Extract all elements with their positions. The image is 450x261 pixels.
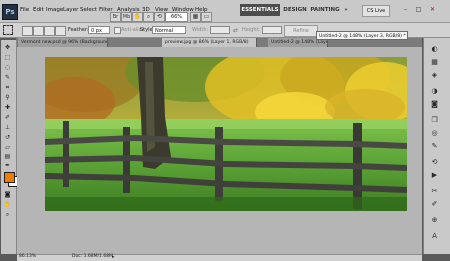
marquee-preset-icon[interactable] — [3, 25, 13, 35]
adjustments-icon[interactable]: ◑ — [428, 86, 441, 97]
photoshop-logo: Ps — [2, 4, 18, 20]
document-tab-vermont[interactable]: Vermont new.psd @ 96% (Background copy, … — [18, 38, 108, 47]
more-workspaces-icon[interactable]: » — [342, 4, 350, 16]
screen-mode-icon[interactable]: ▭ — [201, 12, 212, 22]
swap-dimensions-icon[interactable]: ⇄ — [233, 27, 238, 34]
rotate-view-icon[interactable]: ⟲ — [154, 12, 165, 22]
masks-icon[interactable]: ◙ — [428, 99, 441, 110]
hand-icon[interactable]: ✋ — [132, 12, 143, 22]
color-panel-icon[interactable]: ◐ — [428, 44, 441, 55]
clone-source-icon[interactable]: ⊕ — [428, 215, 441, 226]
menu-layer[interactable]: Layer — [63, 7, 78, 13]
fence-landscape-image — [45, 57, 407, 211]
antialias-checkbox[interactable] — [114, 27, 121, 34]
status-doc-size: Doc: 1.68M/1.68M — [72, 254, 113, 259]
document-tab-preview[interactable]: preview.jpg @ 86% (Layer 1, RGB/8) — [162, 38, 257, 47]
gradient-tool-icon[interactable]: ▤ — [2, 152, 13, 161]
add-selection-icon[interactable] — [33, 26, 44, 36]
crop-tool-icon[interactable]: ⌗ — [2, 83, 13, 92]
actions-icon[interactable]: ▶ — [428, 170, 441, 181]
swatches-icon[interactable]: ▦ — [428, 57, 441, 68]
document-image[interactable] — [45, 57, 407, 211]
marquee-tool-icon[interactable]: ⬚ — [2, 53, 13, 62]
brush-tool-icon[interactable]: ✐ — [2, 113, 13, 122]
quick-select-tool-icon[interactable]: ✎ — [2, 73, 13, 82]
cs-live-button[interactable]: CS Live — [362, 5, 390, 17]
zoom-level[interactable]: 66% — [165, 12, 188, 22]
intersect-selection-icon[interactable] — [55, 26, 66, 36]
menu-edit[interactable]: Edit — [33, 7, 44, 13]
zoom-tool-icon[interactable]: ⌕ — [2, 210, 13, 219]
channels-icon[interactable]: ◎ — [428, 128, 441, 139]
bridge-icon[interactable]: Br — [110, 12, 121, 22]
pen-tool-icon[interactable]: ✒ — [2, 161, 13, 170]
subtract-selection-icon[interactable] — [44, 26, 55, 36]
workspace-design[interactable]: DESIGN — [283, 4, 307, 16]
style-select[interactable]: Normal — [152, 26, 186, 34]
maximize-icon[interactable]: □ — [413, 5, 424, 15]
layers-icon[interactable]: ❒ — [428, 115, 441, 126]
menu-image[interactable]: Image — [46, 7, 63, 13]
zoom-icon[interactable]: ⌕ — [143, 12, 154, 22]
move-tool-icon[interactable]: ✥ — [2, 43, 13, 52]
hand-tool-icon[interactable]: ✋ — [2, 200, 13, 209]
status-zoom[interactable]: 86.13% — [19, 254, 36, 260]
eraser-tool-icon[interactable]: ▱ — [2, 143, 13, 152]
width-label: Width: — [192, 27, 209, 33]
history-icon[interactable]: ⟲ — [428, 157, 441, 168]
brushes-icon[interactable]: ✐ — [428, 199, 441, 210]
menu-select[interactable]: Select — [80, 7, 97, 13]
status-menu-arrow-icon[interactable]: ▸ — [112, 254, 115, 260]
healing-tool-icon[interactable]: ✚ — [2, 103, 13, 112]
feather-input[interactable]: 0 px — [88, 26, 110, 34]
workspace-painting[interactable]: PAINTING — [310, 4, 340, 16]
workspace-essentials[interactable]: ESSENTIALS — [240, 4, 280, 16]
clone-stamp-tool-icon[interactable]: ⊥ — [2, 123, 13, 132]
refine-edge-button[interactable]: Refine Edge... — [284, 25, 318, 44]
height-input[interactable] — [262, 26, 282, 34]
new-selection-icon[interactable] — [22, 26, 33, 36]
lasso-tool-icon[interactable]: ◌ — [2, 63, 13, 72]
feather-label: Feather: — [68, 27, 89, 33]
history-brush-tool-icon[interactable]: ↺ — [2, 133, 13, 142]
styles-icon[interactable]: ◈ — [428, 70, 441, 81]
minibridge-icon[interactable]: Mb — [121, 12, 132, 22]
paths-icon[interactable]: ✎ — [428, 141, 441, 152]
menu-file[interactable]: File — [20, 7, 29, 13]
height-label: Height: — [242, 27, 261, 33]
character-icon[interactable]: A — [428, 231, 441, 242]
floating-window-tab[interactable]: Untitled-2 @ 148% (Layer 3, RGB/8) * — [316, 31, 408, 40]
tool-presets-icon[interactable]: ✂ — [428, 186, 441, 197]
minimize-icon[interactable]: – — [400, 5, 411, 15]
arrange-documents-icon[interactable]: ▦ — [190, 12, 201, 22]
eyedropper-tool-icon[interactable]: ⚲ — [2, 93, 13, 102]
width-input[interactable] — [210, 26, 230, 34]
close-icon[interactable]: ✕ — [427, 5, 438, 15]
quick-mask-icon[interactable]: ◙ — [2, 190, 13, 199]
